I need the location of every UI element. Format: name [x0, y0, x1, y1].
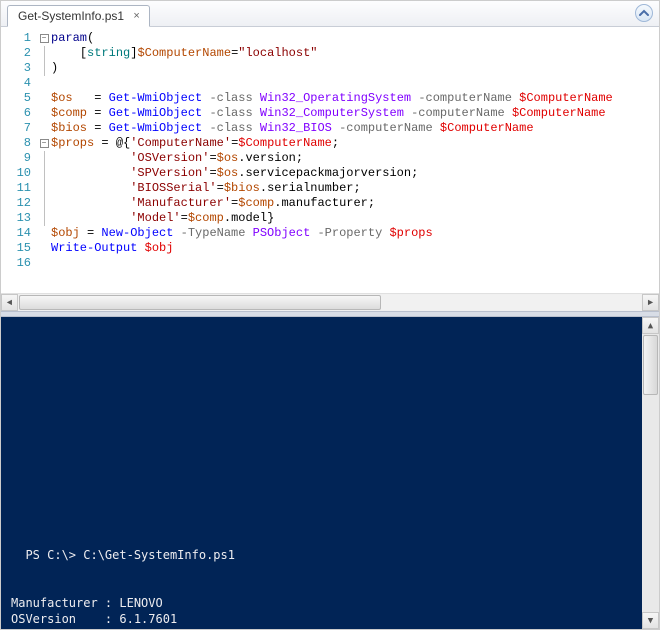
fold-column: −−: [37, 27, 51, 293]
scroll-thumb-vertical[interactable]: [643, 335, 658, 395]
code-line: 'BIOSSerial'=$bios.serialnumber;: [51, 181, 659, 196]
code-line: $obj = New-Object -TypeName PSObject -Pr…: [51, 226, 659, 241]
editor-horizontal-scrollbar[interactable]: ◄ ►: [1, 293, 659, 311]
scroll-thumb[interactable]: [19, 295, 381, 310]
code-line: [51, 256, 659, 271]
tab-bar: Get-SystemInfo.ps1 ×: [1, 1, 659, 27]
line-number: 7: [1, 121, 37, 136]
powershell-console[interactable]: PS C:\> C:\Get-SystemInfo.ps1 Manufactur…: [1, 317, 659, 629]
scroll-down-arrow-icon[interactable]: ▼: [642, 612, 659, 629]
line-number: 3: [1, 61, 37, 76]
close-icon[interactable]: ×: [130, 10, 143, 23]
chevron-up-icon: [639, 8, 649, 18]
tab-active[interactable]: Get-SystemInfo.ps1 ×: [7, 5, 150, 27]
code-line: $bios = Get-WmiObject -class Win32_BIOS …: [51, 121, 659, 136]
code-line: Write-Output $obj: [51, 241, 659, 256]
code-line: 'Manufacturer'=$comp.manufacturer;: [51, 196, 659, 211]
chevron-up-button[interactable]: [635, 4, 653, 22]
code-line: $props = @{'ComputerName'=$ComputerName;: [51, 136, 659, 151]
line-number: 14: [1, 226, 37, 241]
fold-toggle-icon[interactable]: −: [40, 34, 49, 43]
line-number: 11: [1, 181, 37, 196]
code-editor[interactable]: 12345678910111213141516 −− param( [strin…: [1, 27, 659, 293]
code-line: [string]$ComputerName="localhost": [51, 46, 659, 61]
line-number: 5: [1, 91, 37, 106]
code-line: param(: [51, 31, 659, 46]
scroll-up-arrow-icon[interactable]: ▲: [642, 317, 659, 334]
line-number-gutter: 12345678910111213141516: [1, 27, 37, 293]
code-area[interactable]: param( [string]$ComputerName="localhost"…: [51, 27, 659, 293]
line-number: 15: [1, 241, 37, 256]
line-number: 2: [1, 46, 37, 61]
scroll-right-arrow-icon[interactable]: ►: [642, 294, 659, 311]
line-number: 4: [1, 76, 37, 91]
line-number: 16: [1, 256, 37, 271]
code-line: $comp = Get-WmiObject -class Win32_Compu…: [51, 106, 659, 121]
code-line: $os = Get-WmiObject -class Win32_Operati…: [51, 91, 659, 106]
line-number: 1: [1, 31, 37, 46]
line-number: 8: [1, 136, 37, 151]
code-line: ): [51, 61, 659, 76]
line-number: 13: [1, 211, 37, 226]
code-line: 'Model'=$comp.model}: [51, 211, 659, 226]
code-line: 'OSVersion'=$os.version;: [51, 151, 659, 166]
console-vertical-scrollbar[interactable]: ▲ ▼: [642, 317, 659, 629]
line-number: 10: [1, 166, 37, 181]
fold-toggle-icon[interactable]: −: [40, 139, 49, 148]
line-number: 6: [1, 106, 37, 121]
tab-title: Get-SystemInfo.ps1: [18, 9, 124, 23]
line-number: 12: [1, 196, 37, 211]
line-number: 9: [1, 151, 37, 166]
code-line: [51, 76, 659, 91]
code-line: 'SPVersion'=$os.servicepackmajorversion;: [51, 166, 659, 181]
scroll-left-arrow-icon[interactable]: ◄: [1, 294, 18, 311]
